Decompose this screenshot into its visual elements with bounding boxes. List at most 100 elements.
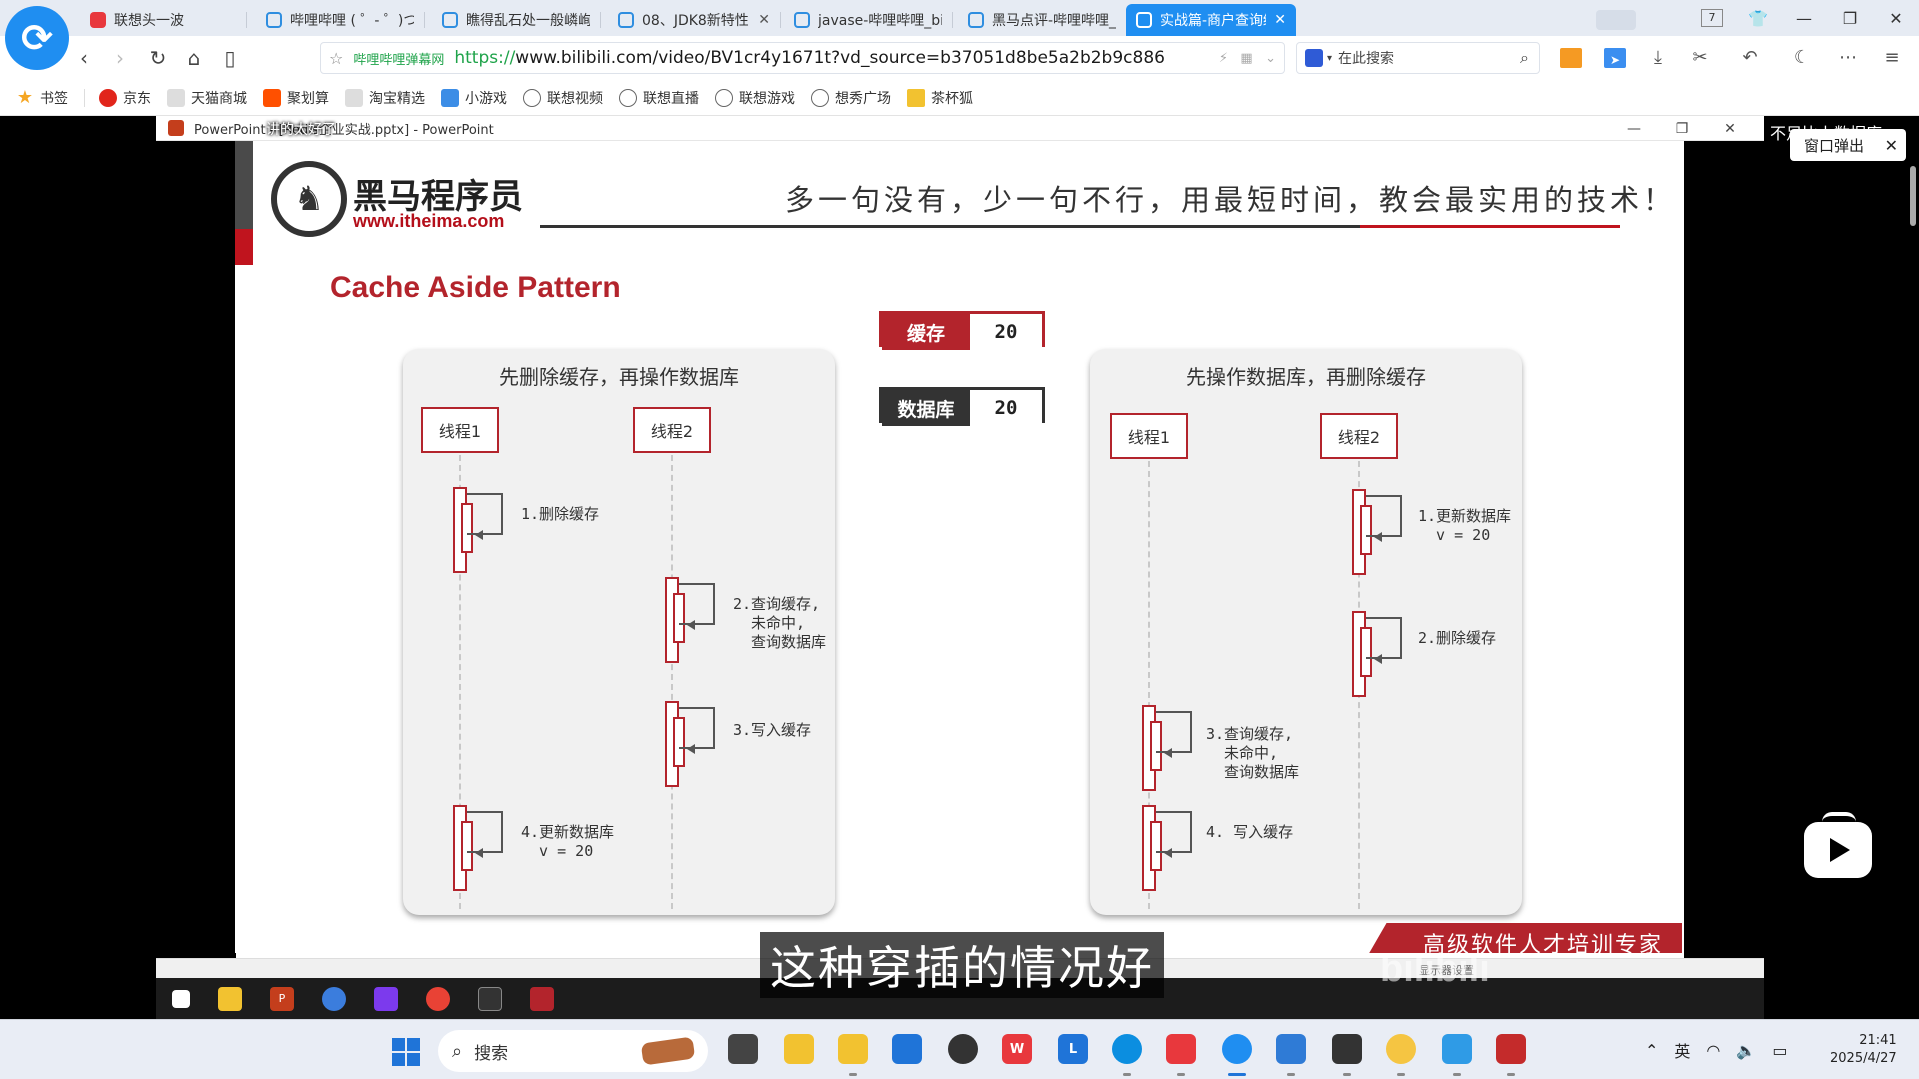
file-explorer-icon[interactable] <box>838 1034 868 1064</box>
bilibili-watermark: bilibili <box>1380 948 1490 990</box>
close-window-icon[interactable]: ✕ <box>1873 9 1919 28</box>
scrollbar[interactable] <box>1910 166 1916 226</box>
widgets-icon[interactable] <box>784 1034 814 1064</box>
scissors-icon[interactable]: ✂ <box>1688 46 1712 70</box>
send-icon[interactable]: ➤ <box>1604 48 1626 68</box>
bookmark-item[interactable]: 茶杯狐 <box>907 88 973 108</box>
maximize-icon[interactable]: ❐ <box>1827 9 1873 28</box>
video-player[interactable]: PowerPoint - [Redis企业实战.pptx] - PowerPoi… <box>0 116 1919 1019</box>
powerpoint-icon <box>168 120 184 136</box>
download-icon[interactable]: ⤓ <box>1646 46 1670 70</box>
bookmark-item[interactable]: 京东 <box>99 88 151 108</box>
running-indicator <box>1507 1073 1515 1076</box>
url-text[interactable]: https://www.bilibili.com/video/BV1cr4y16… <box>454 48 1165 68</box>
back-icon[interactable]: ‹ <box>72 46 96 70</box>
bookmark-item[interactable]: ★ 书签 <box>16 87 68 108</box>
search-icon: ⌕ <box>452 1040 463 1062</box>
volume-icon[interactable]: 🔈 <box>1736 1041 1756 1060</box>
app-icon[interactable] <box>1386 1034 1416 1064</box>
notepad-icon[interactable] <box>1442 1034 1472 1064</box>
store-icon[interactable] <box>892 1034 922 1064</box>
vscode-icon[interactable] <box>1276 1034 1306 1064</box>
tab-active-cache[interactable]: 实战篇-商户查询缓存 ✕ <box>1126 4 1296 36</box>
task-view-icon[interactable] <box>728 1034 758 1064</box>
tab-lenovo[interactable]: 联想头一波 <box>80 4 240 36</box>
forward-icon[interactable]: › <box>108 46 132 70</box>
bookmark-item[interactable]: 想秀广场 <box>811 88 891 108</box>
close-icon[interactable]: ✕ <box>758 12 770 28</box>
new-tab-button[interactable] <box>1596 10 1636 30</box>
tab-heima-dianping[interactable]: 黑马点评-哔哩哔哩_bili <box>958 4 1126 36</box>
undo-icon[interactable]: ↶ <box>1738 46 1762 70</box>
home-icon[interactable]: ⌂ <box>182 46 206 70</box>
bookmark-item[interactable]: 联想直播 <box>619 88 699 108</box>
orange-extension-icon[interactable] <box>1560 48 1582 68</box>
tab-bilibili-home[interactable]: 哔哩哔哩 ( ゜- ゜)つロ 干 <box>256 4 424 36</box>
window-controls: 7 👕 — ❐ ✕ <box>1701 0 1919 36</box>
bookmark-item[interactable]: 小游戏 <box>441 88 507 108</box>
tab-count-badge[interactable]: 7 <box>1701 9 1723 27</box>
menu-icon[interactable]: ≡ <box>1880 46 1904 70</box>
more-icon[interactable]: ⋯ <box>1836 46 1860 70</box>
step-label: 1.更新数据库 v = 20 <box>1418 507 1512 544</box>
lightning-icon[interactable]: ⚡ <box>1219 51 1228 66</box>
windows-icon <box>172 989 190 1008</box>
lenovo-app-icon[interactable]: L <box>1058 1034 1088 1064</box>
step-label: 3.写入缓存 <box>733 721 812 739</box>
search-box[interactable]: ▾ 在此搜索 ⌕ <box>1296 42 1540 74</box>
globe-icon <box>523 88 541 107</box>
browser-icon <box>322 986 346 1011</box>
step-label: 4. 写入缓存 <box>1206 823 1294 841</box>
system-tray: ⌃ 英 ◠ 🔈 ▭ <box>1645 1020 1803 1079</box>
edge-icon[interactable] <box>1112 1034 1142 1064</box>
reader-icon[interactable]: ▯ <box>218 46 242 70</box>
bookmark-item[interactable]: 天猫商城 <box>167 88 247 108</box>
tab-video-2[interactable]: 瞧得乱石处一般嶙峋瘦 <box>432 4 600 36</box>
wps-icon[interactable]: W <box>1002 1034 1032 1064</box>
start-button[interactable] <box>392 1038 420 1066</box>
baidu-paw-icon[interactable] <box>1305 49 1323 67</box>
chevron-down-icon[interactable]: ⌄ <box>1265 51 1276 66</box>
popup-window-button[interactable]: 窗口弹出 ✕ <box>1790 129 1906 161</box>
taskbar-search[interactable]: ⌕ 搜索 <box>438 1030 708 1072</box>
qr-icon[interactable]: ▦ <box>1240 51 1252 66</box>
battery-icon[interactable]: ▭ <box>1772 1041 1787 1060</box>
game-icon <box>441 88 459 107</box>
close-icon[interactable]: ✕ <box>1274 12 1286 28</box>
slide-divider-red <box>1360 225 1620 228</box>
powerpoint-icon: P <box>270 986 294 1011</box>
redis-icon[interactable] <box>1496 1034 1526 1064</box>
bilibili-play-icon[interactable] <box>1804 822 1872 878</box>
chevron-up-icon[interactable]: ⌃ <box>1645 1041 1658 1060</box>
bookmark-star-icon[interactable]: ☆ <box>329 49 343 68</box>
wifi-icon[interactable]: ◠ <box>1706 1041 1720 1060</box>
clock[interactable]: 21:41 2025/4/27 <box>1830 1032 1897 1068</box>
input-language[interactable]: 英 <box>1674 1038 1690 1062</box>
running-indicator <box>1453 1073 1461 1076</box>
bookmark-item[interactable]: 淘宝精选 <box>345 88 425 108</box>
minimize-icon[interactable]: — <box>1781 9 1827 28</box>
lifeline <box>671 455 673 909</box>
address-bar[interactable]: ☆ 哔哩哔哩弹幕网 https://www.bilibili.com/video… <box>320 42 1285 74</box>
browser-logo-icon[interactable]: ⟳ <box>5 6 69 70</box>
tab-separator <box>780 12 781 28</box>
night-mode-icon[interactable]: ☾ <box>1790 46 1814 70</box>
tab-jdk8[interactable]: 08、JDK8新特性: S ✕ <box>608 4 780 36</box>
bookmark-item[interactable]: 联想游戏 <box>715 88 795 108</box>
terminal-icon[interactable] <box>1332 1034 1362 1064</box>
globe-icon <box>715 88 733 107</box>
close-icon[interactable]: ✕ <box>1885 136 1898 155</box>
bookmark-item[interactable]: 联想视频 <box>523 88 603 108</box>
search-icon[interactable]: ⌕ <box>1520 48 1529 68</box>
shirt-skin-icon[interactable]: 👕 <box>1735 9 1781 28</box>
self-call-arrow <box>1156 711 1192 753</box>
bookmark-item[interactable]: 聚划算 <box>263 88 329 108</box>
engine-dropdown-icon[interactable]: ▾ <box>1327 53 1332 64</box>
browser-app-icon[interactable] <box>1222 1034 1252 1064</box>
jetbrains-icon[interactable] <box>1166 1034 1196 1064</box>
tab-javase[interactable]: javase-哔哩哔哩_bilibi <box>784 4 952 36</box>
thread-1-box: 线程1 <box>421 407 499 453</box>
jd-icon <box>99 88 117 107</box>
reload-icon[interactable]: ↻ <box>146 46 170 70</box>
app-icon[interactable] <box>948 1034 978 1064</box>
